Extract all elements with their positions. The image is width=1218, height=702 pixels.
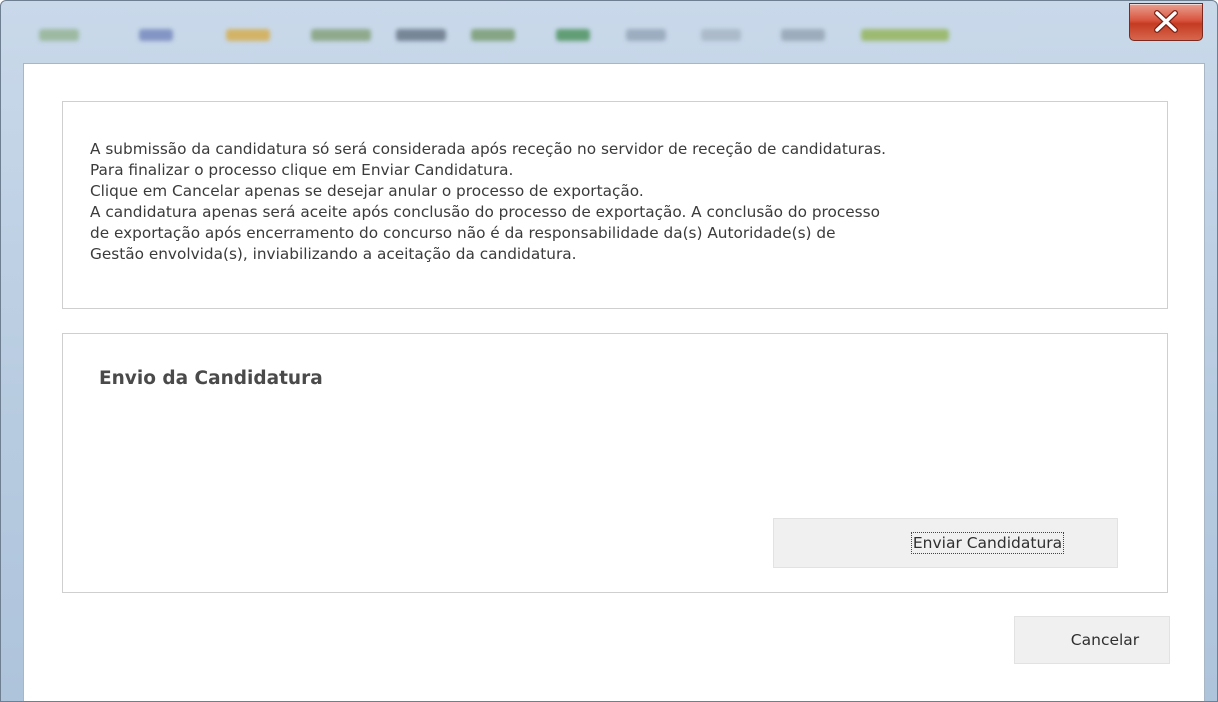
blurred-background-toolbar — [21, 25, 1101, 47]
blurred-toolbar-item — [701, 29, 741, 41]
blurred-toolbar-item — [781, 29, 825, 41]
dialog-content: A submissão da candidatura só será consi… — [23, 63, 1205, 701]
blurred-toolbar-item — [626, 29, 666, 41]
send-application-button[interactable]: Enviar Candidatura — [773, 518, 1118, 568]
blurred-toolbar-item — [226, 29, 270, 41]
info-message: A submissão da candidatura só será consi… — [90, 139, 1160, 265]
info-line: Gestão envolvida(s), inviabilizando a ac… — [90, 245, 577, 263]
blurred-toolbar-item — [39, 29, 79, 41]
dialog-window: A submissão da candidatura só será consi… — [0, 0, 1218, 702]
info-line: Para finalizar o processo clique em Envi… — [90, 161, 514, 179]
blurred-toolbar-item — [861, 29, 949, 41]
cancel-button[interactable]: Cancelar — [1014, 616, 1170, 664]
blurred-toolbar-item — [556, 29, 590, 41]
blurred-toolbar-item — [139, 29, 173, 41]
info-line: A candidatura apenas será aceite após co… — [90, 203, 880, 221]
blurred-toolbar-item — [396, 29, 446, 41]
info-line: Clique em Cancelar apenas se desejar anu… — [90, 182, 644, 200]
info-line: A submissão da candidatura só será consi… — [90, 140, 887, 158]
blurred-toolbar-item — [311, 29, 371, 41]
close-icon — [1154, 10, 1178, 33]
info-panel: A submissão da candidatura só será consi… — [62, 101, 1168, 309]
send-button-label: Enviar Candidatura — [910, 532, 1065, 554]
blurred-toolbar-item — [471, 29, 515, 41]
section-title: Envio da Candidatura — [99, 368, 323, 389]
info-line: de exportação após encerramento do concu… — [90, 224, 836, 242]
title-bar[interactable] — [1, 1, 1217, 63]
close-button[interactable] — [1129, 3, 1203, 41]
send-application-panel: Envio da Candidatura Enviar Candidatura — [62, 333, 1168, 593]
cancel-button-label: Cancelar — [1070, 631, 1140, 649]
